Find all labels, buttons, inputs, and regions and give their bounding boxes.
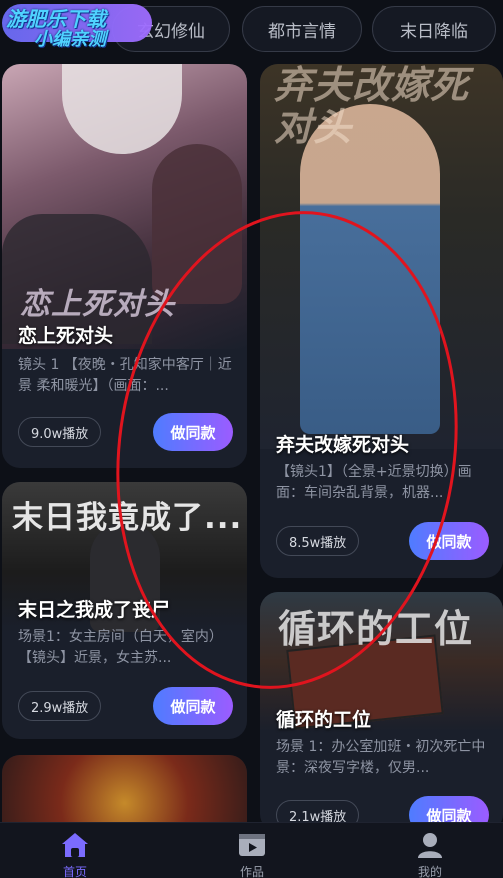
card-title: 末日之我成了丧尸: [18, 599, 171, 621]
category-tab-mori[interactable]: 末日降临: [372, 6, 496, 52]
play-count-badge: 2.9w播放: [18, 691, 102, 721]
card-cover-image: 弃夫改嫁死对头: [260, 64, 503, 449]
character-figure: [300, 104, 440, 434]
make-same-button[interactable]: 做同款: [409, 522, 489, 560]
nav-profile[interactable]: 我的: [400, 831, 460, 878]
card-cover-image: 恋上死对头: [2, 64, 247, 349]
poster-title: 恋上死对头: [20, 287, 175, 322]
card-description: 镜头 1 【夜晚・孔知家中客厅｜近景 柔和暖光】（画面：...: [18, 357, 232, 394]
app-screen: 游肥乐下载 小编亲测 玄幻修仙 都市言情 末日降临 恋上死对头 恋上死对头 镜头…: [0, 0, 503, 878]
card-description: 场景 1：办公室加班・初次死亡中景：深夜写字楼，仅男...: [276, 739, 486, 776]
category-tab-dushi[interactable]: 都市言情: [242, 6, 362, 52]
nav-label: 作品: [239, 865, 264, 878]
play-count-badge: 8.5w播放: [276, 526, 360, 556]
nav-label: 首页: [62, 865, 87, 878]
watermark-logo: 游肥乐下载 小编亲测: [6, 7, 106, 50]
nav-works[interactable]: 作品: [222, 831, 282, 878]
poster-title: 末日我竟成了...: [12, 500, 243, 536]
poster-title: 弃夫改嫁死对头: [274, 64, 470, 149]
template-card[interactable]: 恋上死对头 恋上死对头 镜头 1 【夜晚・孔知家中客厅｜近景 柔和暖光】（画面：…: [2, 64, 247, 468]
nav-label: 我的: [417, 865, 442, 878]
make-same-button[interactable]: 做同款: [153, 413, 233, 451]
home-icon: [62, 833, 88, 857]
character-hair: [62, 64, 182, 154]
card-title: 弃夫改嫁死对头: [276, 434, 410, 456]
poster-title: 循环的工位: [278, 607, 474, 651]
video-icon: [239, 834, 265, 856]
category-bar: 游肥乐下载 小编亲测 玄幻修仙 都市言情 末日降临: [0, 0, 503, 62]
play-count-badge: 9.0w播放: [18, 417, 102, 447]
make-same-button[interactable]: 做同款: [153, 687, 233, 725]
card-description: 场景1：女主房间（白天，室内）【镜头】近景，女主苏...: [18, 629, 223, 666]
template-card[interactable]: 循环的工位 循环的工位 场景 1：办公室加班・初次死亡中景：深夜写字楼，仅男..…: [260, 592, 503, 832]
nav-home[interactable]: 首页: [45, 831, 105, 878]
card-title: 恋上死对头: [18, 325, 114, 347]
bottom-navigation: 首页 作品 我的: [0, 822, 503, 878]
category-label: 末日降临: [400, 21, 468, 42]
template-card[interactable]: 末日我竟成了... 末日之我成了丧尸 场景1：女主房间（白天，室内）【镜头】近景…: [2, 482, 247, 739]
card-title: 循环的工位: [276, 709, 372, 731]
card-description: 【镜头1】（全景+近景切换）画面：车间杂乱背景，机器...: [276, 464, 472, 501]
template-card[interactable]: 弃夫改嫁死对头 弃夫改嫁死对头 【镜头1】（全景+近景切换）画面：车间杂乱背景，…: [260, 64, 503, 578]
user-icon: [418, 833, 442, 858]
category-label: 都市言情: [268, 21, 336, 42]
